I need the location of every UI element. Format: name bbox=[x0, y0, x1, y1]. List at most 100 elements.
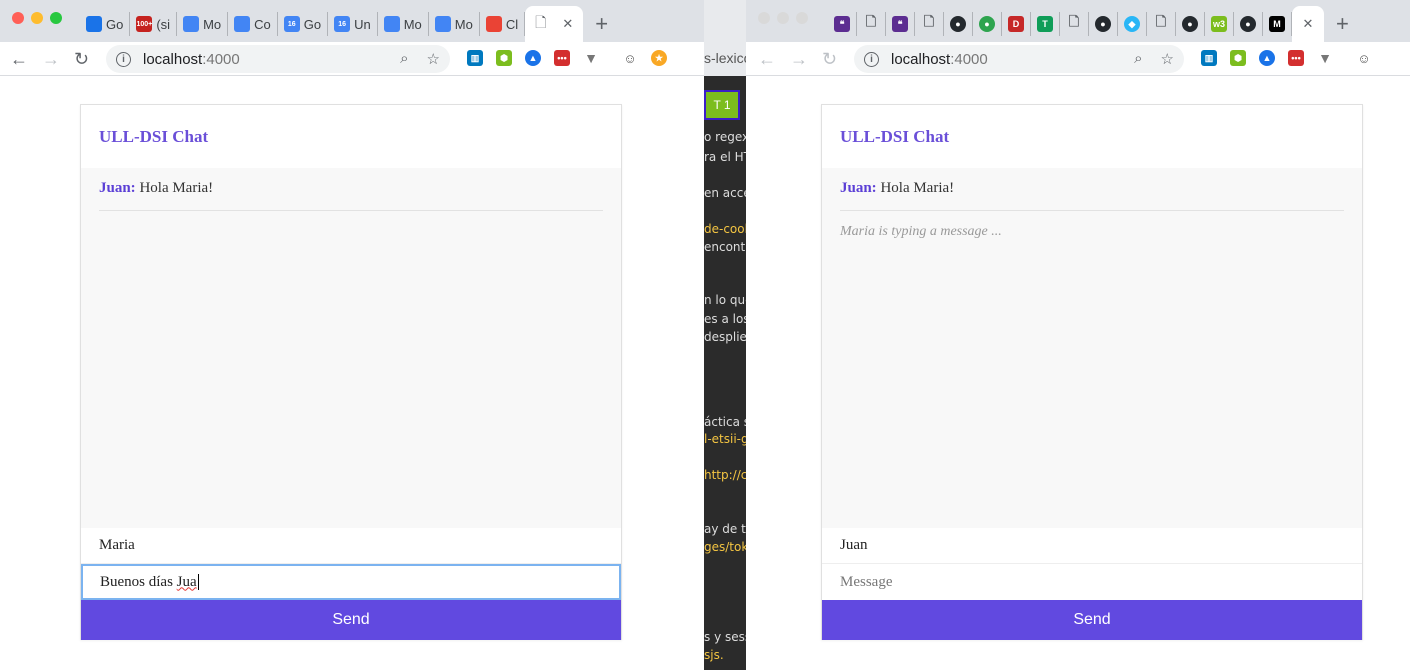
tab-extension[interactable]: ◆ bbox=[1118, 12, 1147, 36]
tab-page[interactable]: 🗋 bbox=[1147, 12, 1176, 36]
close-tab-icon[interactable]: ✕ bbox=[1303, 16, 1314, 32]
page-icon: 🗋 bbox=[865, 14, 877, 29]
lastpass-icon[interactable]: ••• bbox=[554, 50, 570, 66]
graduation-cap-icon[interactable]: ▲ bbox=[1259, 50, 1275, 66]
forward-arrow-icon[interactable]: → bbox=[790, 48, 808, 70]
back-arrow-icon[interactable]: ← bbox=[758, 48, 776, 70]
url-host: localhost bbox=[143, 50, 203, 68]
background-text-line: encont bbox=[704, 240, 746, 254]
close-window-button[interactable] bbox=[758, 12, 770, 24]
right-browser-window: ❝ 🗋 ❝ 🗋 ● ● D T 🗋 ● ◆ 🗋 ● w3 ● M ✕ + ← →… bbox=[746, 0, 1410, 670]
maximize-window-button[interactable] bbox=[796, 12, 808, 24]
troll-face-icon[interactable]: ☺ bbox=[1356, 50, 1372, 66]
background-text-line: s y sess bbox=[704, 630, 746, 644]
tab-bar: ❝ 🗋 ❝ 🗋 ● ● D T 🗋 ● ◆ 🗋 ● w3 ● M ✕ + bbox=[746, 0, 1410, 42]
message-input[interactable]: Message bbox=[822, 564, 1362, 600]
page-icon: 🗋 bbox=[923, 14, 935, 29]
tab-extension[interactable]: D bbox=[1002, 12, 1031, 36]
graduation-cap-icon[interactable]: ▲ bbox=[525, 50, 541, 66]
tab-github[interactable]: ● bbox=[1089, 12, 1118, 36]
tab-label: Go bbox=[106, 16, 124, 32]
tab-medium[interactable]: M bbox=[1263, 12, 1292, 36]
notification-extension-icon[interactable]: ★ bbox=[651, 50, 667, 66]
tab-4[interactable]: 16 Go bbox=[278, 12, 329, 36]
message-input[interactable]: Buenos días Jua bbox=[81, 564, 621, 600]
message-text: Hola Maria! bbox=[135, 180, 214, 196]
close-window-button[interactable] bbox=[12, 12, 24, 24]
send-button[interactable]: Send bbox=[822, 600, 1362, 640]
tab-label: Mo bbox=[403, 16, 422, 32]
zoom-icon[interactable]: ⌕ bbox=[1134, 50, 1142, 68]
back-arrow-icon[interactable]: ← bbox=[10, 48, 28, 70]
lastpass-icon[interactable]: ••• bbox=[1288, 50, 1304, 66]
minimize-window-button[interactable] bbox=[777, 12, 789, 24]
reload-icon[interactable]: ↻ bbox=[822, 48, 837, 70]
message-author: Juan: bbox=[840, 180, 877, 196]
tab-extension[interactable]: w3 bbox=[1205, 12, 1234, 36]
tab-page[interactable]: 🗋 bbox=[915, 12, 944, 36]
docs-icon bbox=[183, 16, 200, 32]
url-port: :4000 bbox=[950, 50, 988, 68]
tab-label: Cl bbox=[505, 16, 519, 32]
vue-devtools-icon[interactable]: ▼ bbox=[583, 50, 599, 66]
name-input[interactable]: Maria bbox=[81, 528, 621, 564]
vue-devtools-icon[interactable]: ▼ bbox=[1317, 50, 1333, 66]
info-icon[interactable]: i bbox=[864, 51, 879, 67]
tab-2[interactable]: Mo bbox=[177, 12, 229, 36]
message-text: Hola Maria! bbox=[876, 180, 955, 196]
address-bar[interactable]: i localhost:4000 ⌕ ☆ bbox=[106, 45, 450, 73]
background-text-line: en acce bbox=[704, 186, 746, 200]
tab-page[interactable]: 🗋 bbox=[1060, 12, 1089, 36]
tab-8[interactable]: Cl bbox=[480, 12, 526, 36]
address-bar[interactable]: i localhost:4000 ⌕ ☆ bbox=[854, 45, 1184, 73]
tab-5[interactable]: 16 Un bbox=[328, 12, 378, 36]
tab-extension[interactable]: ❝ bbox=[886, 12, 915, 36]
trello-icon[interactable]: ▥ bbox=[1201, 50, 1217, 66]
send-button[interactable]: Send bbox=[81, 600, 621, 640]
tab-active[interactable]: 🗋 ✕ bbox=[525, 6, 584, 42]
hexagon-extension-icon[interactable]: ⬢ bbox=[1230, 50, 1246, 66]
tab-active[interactable]: ✕ bbox=[1292, 6, 1324, 42]
background-text-line: sjs. bbox=[704, 648, 724, 662]
tab-6[interactable]: Mo bbox=[378, 12, 429, 36]
typing-indicator: Maria is typing a message ... bbox=[840, 224, 1002, 239]
tab-7[interactable]: Mo bbox=[429, 12, 480, 36]
w3-icon: w3 bbox=[1211, 16, 1227, 32]
tab-page[interactable]: 🗋 bbox=[857, 12, 886, 36]
new-tab-button[interactable]: + bbox=[1324, 6, 1361, 42]
medium-icon: M bbox=[1269, 16, 1285, 32]
trello-icon[interactable]: ▥ bbox=[467, 50, 483, 66]
zoom-icon[interactable]: ⌕ bbox=[400, 50, 408, 68]
background-url-fragment: s-lexico bbox=[704, 50, 746, 66]
tasks-icon: T bbox=[1037, 16, 1053, 32]
background-text-line: o regexp bbox=[704, 130, 746, 144]
info-icon[interactable]: i bbox=[116, 51, 131, 67]
tab-extension[interactable]: T bbox=[1031, 12, 1060, 36]
tab-github[interactable]: ● bbox=[1176, 12, 1205, 36]
name-input[interactable]: Juan bbox=[822, 528, 1362, 564]
background-text-line: ra el HT bbox=[704, 150, 746, 164]
page-icon: 🗋 bbox=[1068, 14, 1080, 29]
star-icon[interactable]: ☆ bbox=[427, 50, 440, 68]
cube-icon: ◆ bbox=[1124, 16, 1140, 32]
star-icon[interactable]: ☆ bbox=[1161, 50, 1174, 68]
tab-3[interactable]: Co bbox=[228, 12, 278, 36]
background-text-line: ay de to bbox=[704, 522, 746, 536]
tab-github[interactable]: ● bbox=[1234, 12, 1263, 36]
tab-1[interactable]: 100+ (si bbox=[130, 12, 178, 36]
text-cursor bbox=[197, 574, 199, 590]
minimize-window-button[interactable] bbox=[31, 12, 43, 24]
forward-arrow-icon[interactable]: → bbox=[42, 48, 60, 70]
reload-icon[interactable]: ↻ bbox=[74, 48, 89, 70]
tab-github[interactable]: ● bbox=[944, 12, 973, 36]
tab-github[interactable]: ● bbox=[973, 12, 1002, 36]
hexagon-extension-icon[interactable]: ⬢ bbox=[496, 50, 512, 66]
tab-strip: ❝ 🗋 ❝ 🗋 ● ● D T 🗋 ● ◆ 🗋 ● w3 ● M ✕ + bbox=[828, 6, 1410, 42]
maximize-window-button[interactable] bbox=[50, 12, 62, 24]
new-tab-button[interactable]: + bbox=[583, 6, 620, 42]
tab-extension[interactable]: ❝ bbox=[828, 12, 857, 36]
close-tab-icon[interactable]: ✕ bbox=[562, 16, 573, 32]
tab-0[interactable]: Go bbox=[80, 12, 131, 36]
background-text-line: l-etsii-g bbox=[704, 432, 746, 446]
troll-face-icon[interactable]: ☺ bbox=[622, 50, 638, 66]
